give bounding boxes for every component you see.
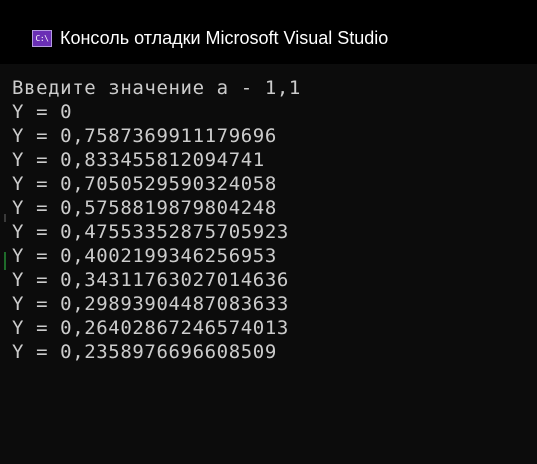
- console-line: Y = 0,5758819879804248: [12, 197, 277, 219]
- console-line: Y = 0,2358976696608509: [12, 341, 277, 363]
- console-line: Y = 0,833455812094741: [12, 149, 265, 171]
- console-line: Y = 0,4002199346256953: [12, 245, 277, 267]
- console-line: Y = 0,7050529590324058: [12, 173, 277, 195]
- console-output[interactable]: Введите значение a - 1,1 Y = 0 Y = 0,758…: [12, 76, 537, 464]
- console-line: Y = 0: [12, 101, 73, 123]
- console-window: C:\ Консоль отладки Microsoft Visual Stu…: [0, 0, 537, 464]
- console-line-prompt: Введите значение a - 1,1: [12, 77, 301, 99]
- console-app-icon[interactable]: C:\: [32, 30, 52, 47]
- window-title: Консоль отладки Microsoft Visual Studio: [60, 28, 389, 48]
- console-line: Y = 0,34311763027014636: [12, 269, 289, 291]
- title-bar[interactable]: C:\ Консоль отладки Microsoft Visual Stu…: [0, 0, 537, 64]
- console-line: Y = 0,7587369911179696: [12, 125, 277, 147]
- scroll-marker: [4, 214, 6, 222]
- console-line: Y = 0,47553352875705923: [12, 221, 289, 243]
- console-icon-glyph: C:\: [35, 33, 49, 43]
- console-line: Y = 0,2640286724657401З: [12, 317, 289, 339]
- console-line: Y = 0,29893904487083633: [12, 293, 289, 315]
- cursor-marker: [4, 252, 6, 270]
